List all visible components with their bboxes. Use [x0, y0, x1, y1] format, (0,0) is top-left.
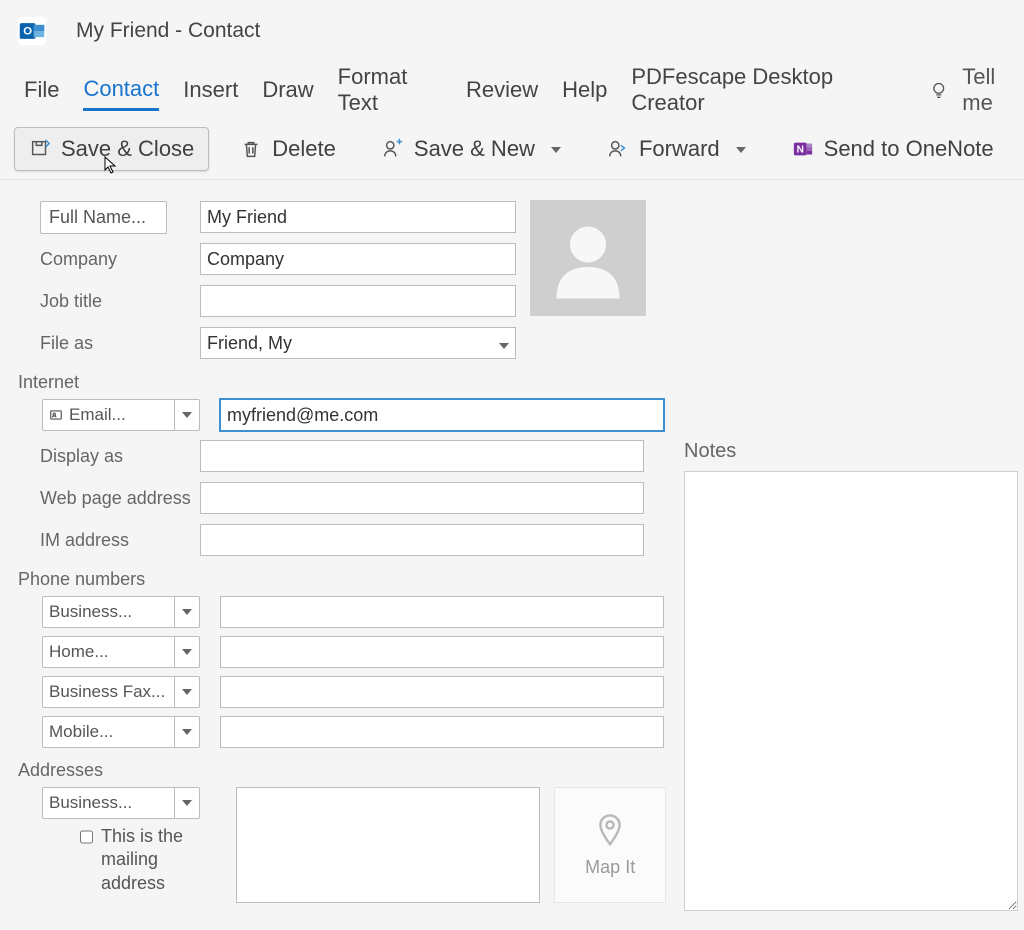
delete-label: Delete	[272, 136, 336, 162]
chevron-down-icon	[545, 136, 561, 162]
phone-business-input[interactable]	[220, 596, 664, 628]
full-name-button[interactable]: Full Name...	[40, 201, 167, 234]
save-new-label: Save & New	[414, 136, 535, 162]
chevron-down-icon	[499, 333, 509, 354]
phone-bizfax-input[interactable]	[220, 676, 664, 708]
im-input[interactable]	[200, 524, 644, 556]
tab-insert[interactable]: Insert	[183, 71, 238, 109]
tab-help[interactable]: Help	[562, 71, 607, 109]
save-close-icon	[29, 138, 51, 160]
phone-mobile-button[interactable]: Mobile...	[42, 716, 174, 748]
forward-button[interactable]: Forward	[592, 127, 761, 171]
contact-photo[interactable]	[530, 200, 646, 316]
mailing-address-label: This is the mailing address	[101, 825, 216, 895]
save-close-button[interactable]: Save & Close	[14, 127, 209, 171]
tab-format-text[interactable]: Format Text	[338, 58, 442, 122]
contact-form: Full Name... Company Job title File as F…	[0, 186, 1024, 916]
display-as-label: Display as	[18, 446, 200, 467]
phone-home-button[interactable]: Home...	[42, 636, 174, 668]
email-type-label: Email...	[69, 405, 126, 425]
send-onenote-button[interactable]: N Send to OneNote	[777, 127, 1009, 171]
delete-button[interactable]: Delete	[225, 127, 351, 171]
title-bar: O My Friend - Contact	[0, 0, 1024, 62]
person-placeholder-icon	[543, 213, 633, 303]
email-input[interactable]	[220, 399, 664, 431]
phone-business-button[interactable]: Business...	[42, 596, 174, 628]
file-as-select[interactable]: Friend, My	[200, 327, 516, 359]
email-type-dropdown[interactable]	[174, 399, 200, 431]
address-type-dropdown[interactable]	[174, 787, 200, 819]
address-type-button[interactable]: Business...	[42, 787, 174, 819]
chevron-down-icon	[730, 136, 746, 162]
file-as-value: Friend, My	[207, 333, 292, 354]
map-it-button[interactable]: Map It	[554, 787, 666, 903]
phone-home-dropdown[interactable]	[174, 636, 200, 668]
internet-header: Internet	[18, 368, 666, 399]
tell-me-label: Tell me	[962, 64, 1024, 116]
forward-icon	[607, 138, 629, 160]
tab-review[interactable]: Review	[466, 71, 538, 109]
save-close-label: Save & Close	[61, 136, 194, 162]
phone-mobile-dropdown[interactable]	[174, 716, 200, 748]
outlook-icon: O	[18, 17, 46, 45]
send-onenote-label: Send to OneNote	[824, 136, 994, 162]
full-name-input[interactable]	[200, 201, 516, 233]
phone-header: Phone numbers	[18, 565, 666, 596]
tell-me[interactable]: Tell me	[929, 64, 1024, 116]
svg-text:O: O	[23, 26, 32, 38]
display-as-input[interactable]	[200, 440, 644, 472]
menu-bar: File Contact Insert Draw Format Text Rev…	[0, 62, 1024, 118]
tab-file[interactable]: File	[24, 71, 59, 109]
job-title-input[interactable]	[200, 285, 516, 317]
im-label: IM address	[18, 530, 200, 551]
forward-label: Forward	[639, 136, 720, 162]
ribbon-toolbar: Save & Close Delete Save & New Forward N…	[0, 118, 1024, 180]
save-new-icon	[382, 138, 404, 160]
mailing-address-checkbox-row[interactable]: This is the mailing address	[18, 825, 216, 895]
svg-text:N: N	[796, 144, 803, 155]
mailing-address-checkbox[interactable]	[80, 829, 93, 845]
trash-icon	[240, 138, 262, 160]
notes-label: Notes	[684, 440, 1018, 463]
phone-home-input[interactable]	[220, 636, 664, 668]
company-input[interactable]	[200, 243, 516, 275]
card-icon	[49, 408, 63, 422]
phone-bizfax-button[interactable]: Business Fax...	[42, 676, 174, 708]
tab-draw[interactable]: Draw	[262, 71, 313, 109]
map-it-label: Map It	[585, 857, 635, 878]
address-input[interactable]	[236, 787, 540, 903]
map-pin-icon	[595, 813, 625, 849]
email-type-button[interactable]: Email...	[42, 399, 174, 431]
save-new-button[interactable]: Save & New	[367, 127, 576, 171]
phone-bizfax-dropdown[interactable]	[174, 676, 200, 708]
phone-business-dropdown[interactable]	[174, 596, 200, 628]
tab-pdfescape[interactable]: PDFescape Desktop Creator	[631, 58, 884, 122]
onenote-icon: N	[792, 138, 814, 160]
addresses-header: Addresses	[18, 756, 666, 787]
job-title-label: Job title	[18, 291, 200, 312]
notes-input[interactable]	[684, 471, 1018, 911]
lightbulb-icon	[929, 79, 948, 101]
phone-mobile-input[interactable]	[220, 716, 664, 748]
webpage-label: Web page address	[18, 488, 200, 509]
company-label: Company	[18, 249, 200, 270]
webpage-input[interactable]	[200, 482, 644, 514]
file-as-label: File as	[18, 333, 200, 354]
tab-contact[interactable]: Contact	[83, 70, 159, 111]
window-title: My Friend - Contact	[76, 19, 260, 43]
